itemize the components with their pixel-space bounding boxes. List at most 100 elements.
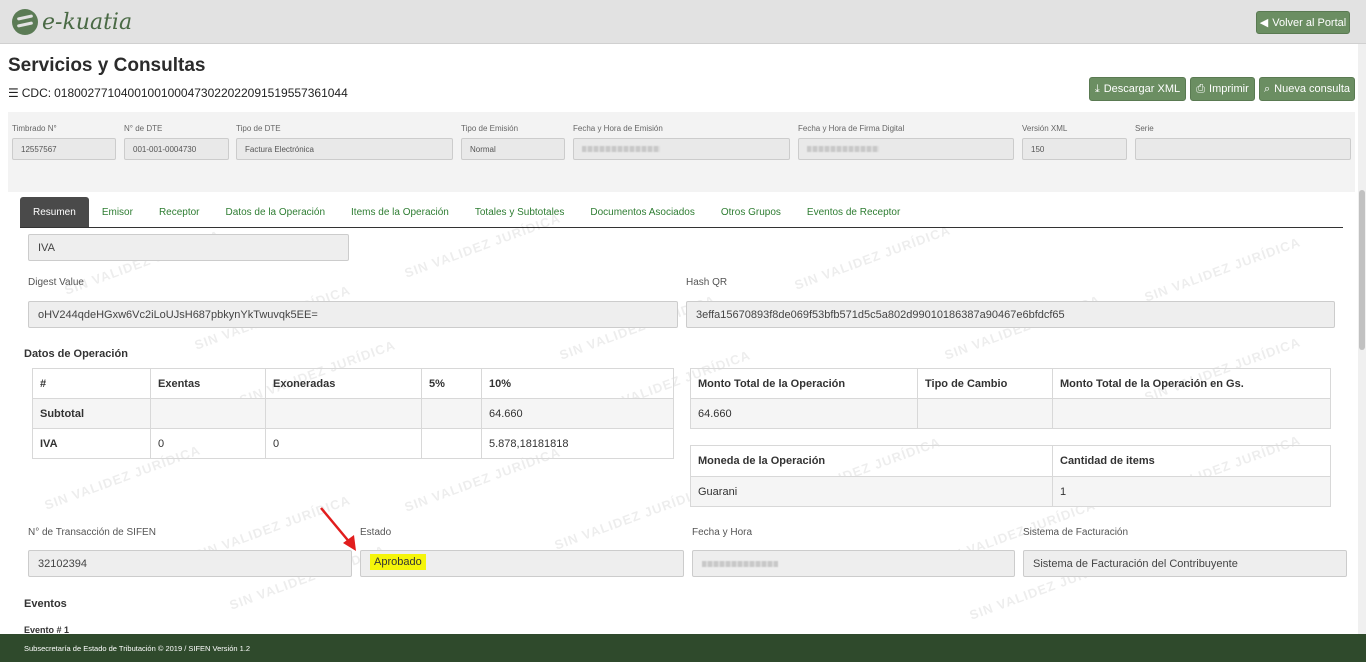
table-row: 64.660	[690, 398, 1331, 429]
table-header-cell: #	[32, 368, 151, 399]
fecha-hora-label: Fecha y Hora	[692, 527, 753, 538]
serie-label: Serie	[1135, 124, 1154, 133]
operacion-table: # Exentas Exoneradas 5% 10% Subtotal 64.…	[32, 368, 674, 459]
table-row: Subtotal 64.660	[32, 398, 674, 429]
dte-label: N° de DTE	[124, 124, 163, 133]
fecha-hora-field	[692, 550, 1015, 577]
fecha-emision-field: Fecha y Hora de Emisión	[573, 124, 790, 160]
table-header-cell: Exoneradas	[265, 368, 422, 399]
download-xml-button[interactable]: ⤓ Descargar XML	[1089, 77, 1186, 101]
tab-totales-subtotales[interactable]: Totales y Subtotales	[462, 197, 578, 227]
timbrado-label: Timbrado N°	[12, 124, 57, 133]
estado-field: Aprobado	[360, 550, 684, 577]
table-cell	[265, 398, 422, 429]
table-cell	[917, 398, 1053, 429]
serie-field: Serie	[1135, 124, 1351, 160]
tab-eventos-receptor[interactable]: Eventos de Receptor	[794, 197, 913, 227]
table-header-cell: Exentas	[150, 368, 266, 399]
table-cell	[421, 428, 482, 459]
table-cell: 0	[265, 428, 422, 459]
footer: Subsecretaría de Estado de Tributación ©…	[0, 634, 1366, 662]
blurred-date	[807, 146, 879, 152]
tab-receptor[interactable]: Receptor	[146, 197, 213, 227]
tipo-emision-field: Tipo de Emisión Normal	[461, 124, 565, 160]
section-title-operacion: Datos de Operación	[24, 348, 128, 360]
iva-field: IVA	[28, 234, 349, 261]
version-label: Versión XML	[1022, 124, 1068, 133]
cdc-label: CDC:	[21, 86, 52, 100]
watermark: SIN VALIDEZ JURÍDICA	[552, 482, 713, 553]
version-field: Versión XML 150	[1022, 124, 1127, 160]
fecha-firma-value	[798, 138, 1014, 160]
new-query-label: Nueva consulta	[1274, 83, 1350, 95]
tab-documentos-asociados[interactable]: Documentos Asociados	[577, 197, 708, 227]
search-icon: ⌕	[1264, 82, 1271, 95]
table-header-cell: 5%	[421, 368, 482, 399]
cdc-line: ☰ CDC: 018002771040010010004730220220915…	[8, 86, 348, 100]
fecha-emision-value	[573, 138, 790, 160]
table-header-cell: Monto Total de la Operación en Gs.	[1052, 368, 1331, 399]
tab-otros-grupos[interactable]: Otros Grupos	[708, 197, 794, 227]
digest-label: Digest Value	[28, 277, 84, 288]
dte-value: 001-001-0004730	[124, 138, 229, 160]
tipo-emision-value: Normal	[461, 138, 565, 160]
watermark: SIN VALIDEZ JURÍDICA	[792, 222, 953, 293]
table-header-cell: 10%	[481, 368, 674, 399]
table-header-cell: Moneda de la Operación	[690, 445, 1053, 477]
table-cell: 5.878,18181818	[481, 428, 674, 459]
estado-label: Estado	[360, 527, 392, 538]
print-button[interactable]: ⎙ Imprimir	[1190, 77, 1255, 101]
download-icon: ⤓	[1094, 82, 1100, 95]
dte-field: N° de DTE 001-001-0004730	[124, 124, 229, 160]
table-header-row: Moneda de la Operación Cantidad de items	[690, 445, 1331, 477]
table-cell	[150, 398, 266, 429]
table-cell: 0	[150, 428, 266, 459]
list-icon: ☰	[8, 86, 19, 100]
table-header-cell: Cantidad de items	[1052, 445, 1331, 477]
nro-transaccion-field: 32102394	[28, 550, 352, 577]
download-xml-label: Descargar XML	[1103, 83, 1181, 95]
page-title: Servicios y Consultas	[8, 55, 206, 76]
table-cell	[421, 398, 482, 429]
section-title-eventos: Eventos	[24, 598, 67, 610]
moneda-table: Moneda de la Operación Cantidad de items…	[690, 445, 1331, 507]
tipo-dte-value: Factura Electrónica	[236, 138, 453, 160]
sistema-label: Sistema de Facturación	[1023, 527, 1129, 538]
table-row: IVA 0 0 5.878,18181818	[32, 428, 674, 459]
back-to-portal-label: Volver al Portal	[1272, 16, 1347, 29]
table-cell	[1052, 398, 1331, 429]
annotation-arrow-icon	[320, 507, 356, 551]
tab-datos-operacion[interactable]: Datos de la Operación	[213, 197, 339, 227]
printer-icon: ⎙	[1196, 82, 1206, 95]
hash-qr-label: Hash QR	[686, 277, 728, 288]
tab-resumen[interactable]: Resumen	[20, 197, 89, 227]
fecha-firma-field: Fecha y Hora de Firma Digital	[798, 124, 1014, 160]
tipo-emision-label: Tipo de Emisión	[461, 124, 519, 133]
table-header-cell: Tipo de Cambio	[917, 368, 1053, 399]
tab-emisor[interactable]: Emisor	[89, 197, 146, 227]
serie-value	[1135, 138, 1351, 160]
arrow-circle-left-icon: ◀	[1259, 17, 1269, 29]
timbrado-value: 12557567	[12, 138, 116, 160]
table-cell: 64.660	[481, 398, 674, 429]
logo-icon	[12, 9, 38, 35]
tipo-dte-field: Tipo de DTE Factura Electrónica	[236, 124, 453, 160]
monto-table: Monto Total de la Operación Tipo de Camb…	[690, 368, 1331, 429]
table-cell: 1	[1052, 476, 1331, 507]
sistema-field: Sistema de Facturación del Contribuyente	[1023, 550, 1347, 577]
tab-bar: Resumen Emisor Receptor Datos de la Oper…	[20, 197, 1343, 228]
logo[interactable]: e-kuatia	[12, 8, 132, 36]
table-cell: IVA	[32, 428, 151, 459]
back-to-portal-button[interactable]: ◀ Volver al Portal	[1256, 11, 1350, 34]
table-header-row: Monto Total de la Operación Tipo de Camb…	[690, 368, 1331, 399]
estado-value: Aprobado	[370, 554, 426, 570]
scrollbar-thumb[interactable]	[1359, 190, 1365, 350]
new-query-button[interactable]: ⌕ Nueva consulta	[1259, 77, 1355, 101]
digest-value-field: oHV244qdeHGxw6Vc2iLoUJsH687pbkynYkTwuvqk…	[28, 301, 678, 328]
blurred-date	[702, 561, 778, 567]
table-cell: Guarani	[690, 476, 1053, 507]
footer-text: Subsecretaría de Estado de Tributación ©…	[24, 644, 251, 653]
tab-items-operacion[interactable]: Items de la Operación	[338, 197, 462, 227]
cdc-value: 0180027710400100100047302202209151955736…	[54, 86, 348, 100]
table-header-cell: Monto Total de la Operación	[690, 368, 918, 399]
